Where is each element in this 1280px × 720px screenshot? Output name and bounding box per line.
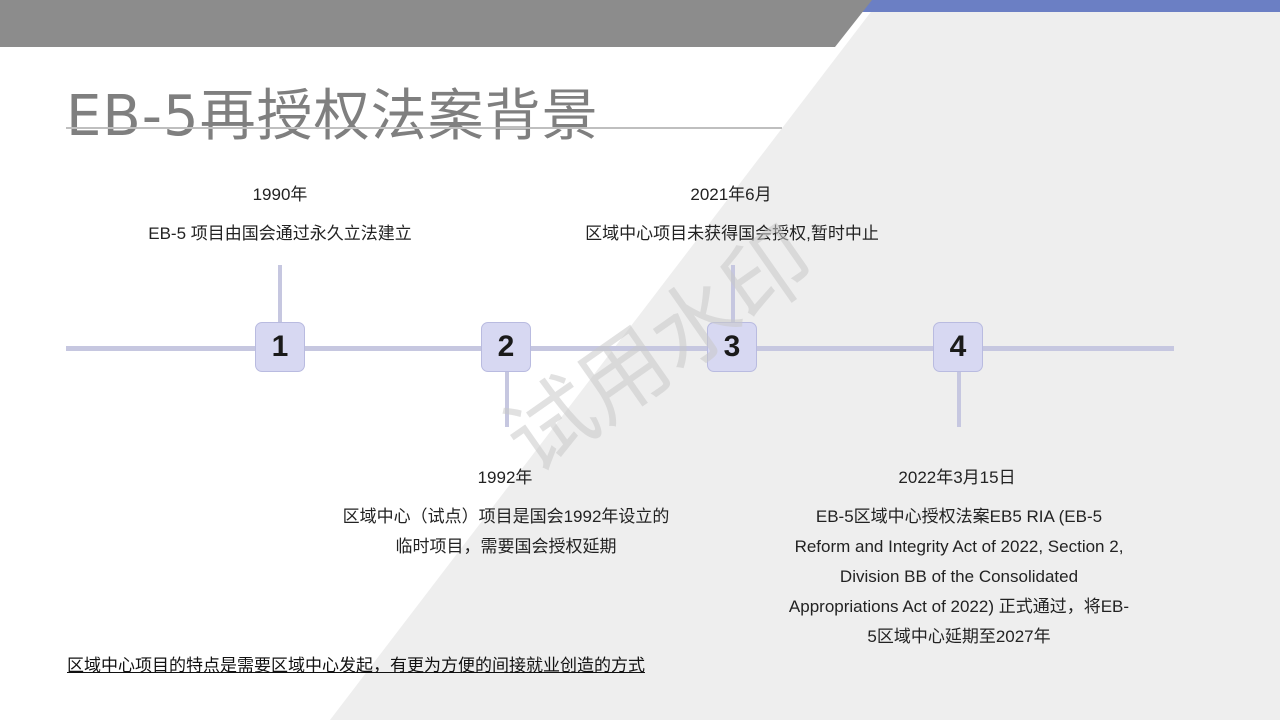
stem-event-2	[505, 372, 509, 427]
event-2-line-2: 临时项目，需要国会授权延期	[395, 537, 617, 556]
top-decorative-band	[0, 0, 1280, 47]
page-title: EB-5再授权法案背景	[66, 84, 599, 149]
slide: EB-5再授权法案背景 1 2 3 4 1990年 EB-5 项目由国会通过永久…	[0, 0, 1280, 720]
stem-event-1	[278, 265, 282, 323]
event-3-line-1: 区域中心项目未获得国会授权,暂时中止	[585, 224, 879, 243]
top-band-blue	[855, 0, 1280, 12]
event-4-description: EB-5区域中心授权法案EB5 RIA (EB-5 Reform and Int…	[762, 502, 1156, 652]
event-4-line-1: EB-5区域中心授权法案EB5 RIA (EB-5	[815, 507, 1103, 526]
event-3-date: 2021年6月	[690, 185, 772, 204]
event-1-line-1: EB-5 项目由国会通过永久立法建立	[148, 224, 412, 243]
event-4-date: 2022年3月15日	[898, 468, 1016, 487]
event-2-line-1: 区域中心（试点）项目是国会1992年设立的	[342, 507, 670, 526]
stem-event-3	[731, 265, 735, 323]
timeline-marker-1: 1	[255, 322, 305, 372]
top-band-gray	[0, 0, 872, 47]
event-4-line-3: Division BB of the Consolidated	[839, 567, 1079, 586]
event-1-description: EB-5 项目由国会通过永久立法建立	[100, 219, 460, 249]
event-2-description: 区域中心（试点）项目是国会1992年设立的 临时项目，需要国会授权延期	[296, 502, 716, 562]
event-4-line-2: Reform and Integrity Act of 2022, Sectio…	[794, 537, 1124, 556]
event-4-line-5: 5区域中心延期至2027年	[867, 627, 1051, 646]
event-3-description: 区域中心项目未获得国会授权,暂时中止	[542, 219, 922, 249]
timeline-marker-2: 2	[481, 322, 531, 372]
event-2-date: 1992年	[477, 468, 533, 487]
title-underline	[66, 127, 782, 129]
event-1-date: 1990年	[252, 185, 308, 204]
footer-note: 区域中心项目的特点是需要区域中心发起，有更为方便的间接就业创造的方式	[67, 656, 645, 675]
timeline-marker-3: 3	[707, 322, 757, 372]
timeline-axis	[66, 346, 1174, 351]
stem-event-4	[957, 372, 961, 427]
event-4-line-4: Appropriations Act of 2022) 正式通过，将EB-	[788, 597, 1130, 616]
timeline-marker-4: 4	[933, 322, 983, 372]
